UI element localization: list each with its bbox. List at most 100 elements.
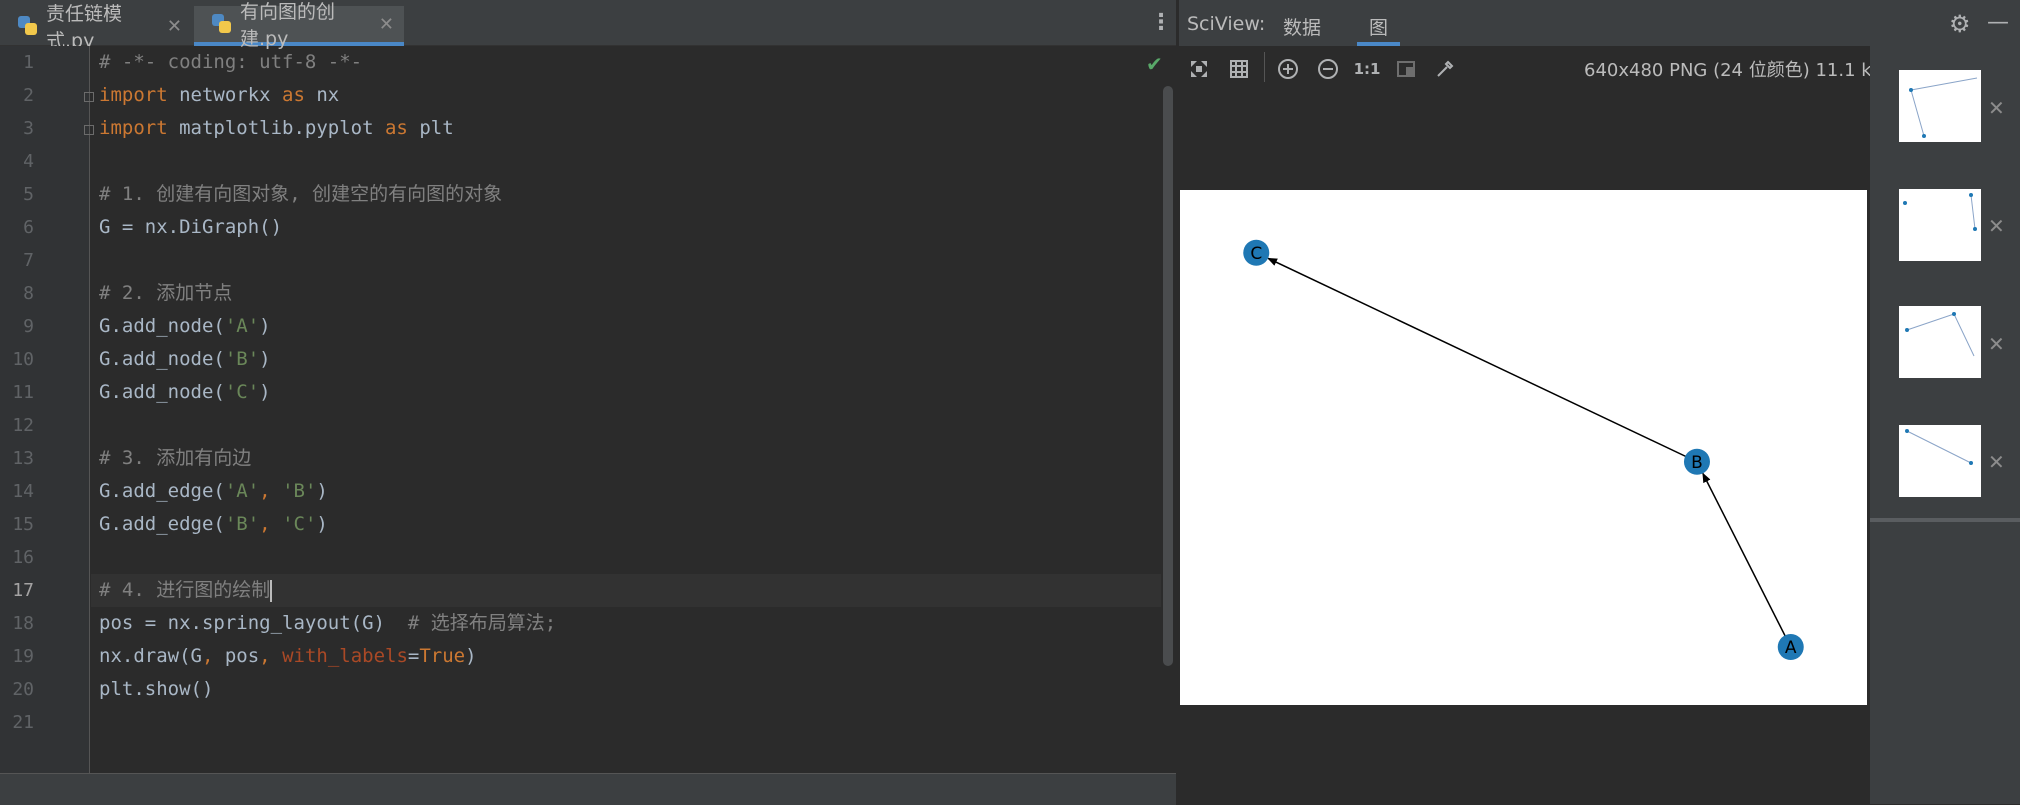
line-number-current: 17	[12, 580, 34, 601]
plot-thumbnail[interactable]	[1899, 425, 1981, 497]
code-line[interactable]: G.add_node('B')	[91, 343, 1161, 376]
keyword: import	[99, 84, 168, 106]
plot-thumbnail[interactable]	[1899, 70, 1981, 142]
tab-file-1[interactable]: 责任链模式.py ✕	[0, 3, 192, 52]
line-number: 16	[12, 547, 34, 568]
code-line[interactable]: G.add_edge('A', 'B')	[91, 475, 1161, 508]
line-number: 3	[23, 118, 34, 139]
code-line[interactable]: # 1. 创建有向图对象, 创建空的有向图的对象	[91, 178, 1161, 211]
graph-node-label: C	[1250, 244, 1262, 264]
string-literal: 'C'	[224, 381, 260, 403]
close-thumbnail-icon[interactable]: ✕	[1988, 214, 2005, 238]
line-number: 21	[12, 712, 34, 733]
plot-thumbnail[interactable]	[1899, 189, 1981, 261]
line-number: 1	[23, 52, 34, 73]
code-line-current[interactable]: # 4. 进行图的绘制	[91, 574, 1161, 607]
close-thumbnail-icon[interactable]: ✕	[1988, 332, 2005, 356]
code-line[interactable]	[91, 409, 1161, 442]
close-thumbnail-icon[interactable]: ✕	[1988, 450, 2005, 474]
code-line[interactable]: import matplotlib.pyplot as plt	[91, 112, 1161, 145]
punctuation: ,	[201, 645, 225, 667]
code-line[interactable]	[91, 541, 1161, 574]
tab-label: 有向图的创建.py	[240, 1, 336, 50]
line-number: 10	[12, 349, 34, 370]
line-number: 20	[12, 679, 34, 700]
keyword: import	[99, 117, 168, 139]
zoom-in-icon[interactable]	[1275, 56, 1301, 82]
line-number: 19	[12, 646, 34, 667]
line-number: 4	[23, 151, 34, 172]
code-line[interactable]: G.add_node('C')	[91, 376, 1161, 409]
string-literal: 'B'	[224, 348, 260, 370]
tab-file-2[interactable]: 有向图的创建.py ✕	[194, 1, 404, 50]
sciview-header: SciView: 数据 图 ⚙ —	[1178, 0, 2020, 46]
editor-scrollbar[interactable]	[1163, 86, 1173, 666]
comment: # 选择布局算法;	[407, 612, 557, 634]
zoom-out-icon[interactable]	[1315, 56, 1341, 82]
code-line[interactable]: nx.draw(G, pos, with_labels=True)	[91, 640, 1161, 673]
code-line[interactable]: G.add_edge('B', 'C')	[91, 508, 1161, 541]
code-line[interactable]: # -*- coding: utf-8 -*-	[91, 46, 1161, 79]
keyword: True	[419, 645, 466, 667]
code-line[interactable]: # 2. 添加节点	[91, 277, 1161, 310]
line-number: 13	[12, 448, 34, 469]
string-literal: 'B'	[282, 480, 317, 502]
more-options-icon[interactable]: ⋮	[1150, 10, 1172, 35]
sciview-title: SciView:	[1187, 13, 1266, 35]
background-icon[interactable]	[1393, 56, 1419, 82]
plot-canvas: C B A	[1180, 190, 1867, 705]
code-line[interactable]: plt.show()	[91, 673, 1161, 706]
thumbnail-divider[interactable]	[1870, 518, 2020, 522]
fit-to-window-icon[interactable]	[1186, 56, 1212, 82]
code-line[interactable]: # 3. 添加有向边	[91, 442, 1161, 475]
code-editor[interactable]: # -*- coding: utf-8 -*- import networkx …	[91, 46, 1161, 773]
line-number: 12	[12, 415, 34, 436]
plot-thumbnail[interactable]	[1899, 306, 1981, 378]
tab-data[interactable]: 数据	[1283, 13, 1321, 40]
code-line[interactable]: G = nx.DiGraph()	[91, 211, 1161, 244]
line-number: 9	[23, 316, 34, 337]
code-line[interactable]: G.add_node('A')	[91, 310, 1161, 343]
close-thumbnail-icon[interactable]: ✕	[1988, 96, 2005, 120]
actual-size-button[interactable]: 1:1	[1354, 56, 1381, 82]
code-line[interactable]: import networkx as nx	[91, 79, 1161, 112]
graph-edge-B-C	[1267, 257, 1698, 463]
line-number: 5	[23, 184, 34, 205]
python-file-icon	[18, 16, 38, 36]
editor-tab-bar: 责任链模式.py ✕ 有向图的创建.py ✕ ⋮	[0, 0, 1176, 52]
keyword: as	[384, 117, 408, 139]
string-literal: 'A'	[224, 480, 260, 502]
comment: # 4. 进行图的绘制	[99, 579, 271, 601]
editor-bottom-bar	[0, 773, 1176, 805]
keyword-argument: with_labels	[282, 645, 408, 667]
string-literal: 'C'	[282, 513, 317, 535]
close-icon[interactable]: ✕	[379, 14, 394, 35]
line-number: 11	[12, 382, 34, 403]
graph-node-label: A	[1785, 638, 1797, 658]
line-number: 2	[23, 85, 34, 106]
color-picker-icon[interactable]	[1432, 56, 1458, 82]
punctuation: ,	[259, 513, 283, 535]
tab-plots[interactable]: 图	[1357, 13, 1401, 46]
gear-icon[interactable]: ⚙	[1949, 10, 1971, 38]
inspection-ok-icon[interactable]: ✔	[1146, 52, 1163, 76]
code-line[interactable]	[91, 244, 1161, 277]
image-info: 640x480 PNG (24 位颜色) 11.1 kB	[1584, 60, 1885, 81]
graph-node-label: B	[1691, 453, 1703, 473]
string-literal: 'A'	[224, 315, 260, 337]
line-number: 18	[12, 613, 34, 634]
line-number: 15	[12, 514, 34, 535]
minimize-icon[interactable]: —	[1987, 10, 2009, 35]
line-number: 6	[23, 217, 34, 238]
code-line[interactable]	[91, 706, 1161, 739]
code-line[interactable]	[91, 145, 1161, 178]
line-number: 14	[12, 481, 34, 502]
code-line[interactable]: pos = nx.spring_layout(G) # 选择布局算法;	[91, 607, 1161, 640]
grid-icon[interactable]	[1226, 56, 1252, 82]
graph-edge-A-B	[1702, 472, 1792, 648]
toolbar-separator	[1264, 52, 1265, 82]
close-icon[interactable]: ✕	[167, 16, 182, 37]
python-file-icon	[212, 14, 232, 34]
text-caret	[270, 579, 273, 602]
graph-plot: C B A	[1243, 239, 1804, 660]
